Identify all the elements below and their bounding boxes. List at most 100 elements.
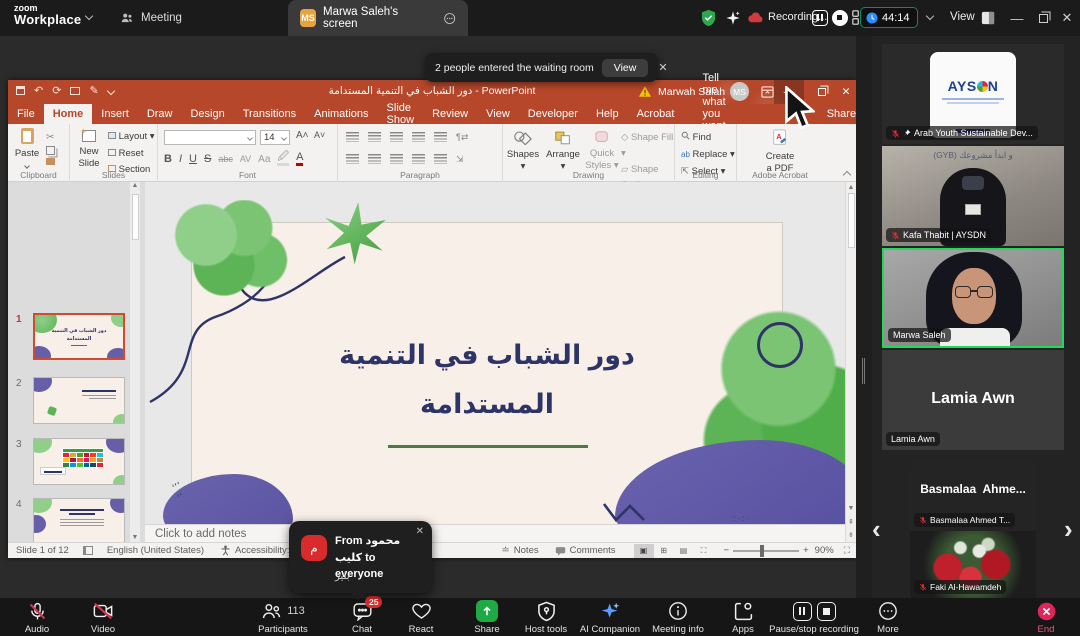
clear-strike-icon[interactable]: abc	[218, 154, 233, 164]
zoom-slider[interactable]	[733, 550, 799, 552]
quick-styles-button[interactable]: QuickStyles ▾	[585, 130, 619, 172]
italic-button[interactable]: I	[179, 153, 182, 165]
tab-meeting[interactable]: Meeting	[108, 0, 194, 36]
numbering-icon[interactable]	[368, 132, 381, 142]
shapes-button[interactable]: Shapes ▾	[505, 130, 541, 173]
change-case-icon[interactable]: Aa	[258, 154, 270, 165]
notes-pane[interactable]: Click to add notes	[145, 524, 845, 542]
audio-control[interactable]: Audio	[2, 600, 72, 635]
panel-separator[interactable]	[856, 36, 872, 598]
video-tile-kafa[interactable]: (GYB) و ابدأ مشروعك Kafa Thabit | AYSDN	[882, 146, 1064, 246]
video-tile-basmalaa[interactable]: Basmalaa Ahme... Basmalaa Ahmed T...	[910, 460, 1036, 531]
host-tools-control[interactable]: Host tools	[511, 600, 581, 635]
scroll-thumb[interactable]	[848, 193, 855, 248]
text-direction-icon[interactable]: ¶⇄	[456, 132, 468, 143]
bullets-icon[interactable]	[346, 132, 359, 142]
tab-developer[interactable]: Developer	[519, 104, 587, 124]
highlight-color-icon[interactable]: 🖉	[277, 152, 289, 166]
ppt-account-avatar[interactable]: MS	[730, 82, 749, 101]
paste-button[interactable]: Paste	[12, 128, 42, 172]
underline-button[interactable]: U	[189, 153, 197, 165]
toast-close-icon[interactable]: ✕	[658, 61, 667, 74]
video-control[interactable]: Video	[68, 600, 138, 635]
notes-placeholder[interactable]: Click to add notes	[155, 528, 246, 540]
slide-thumbnail-2[interactable]	[33, 377, 125, 424]
thumb-scroll-up-icon[interactable]: ▲	[130, 182, 140, 193]
tab-home[interactable]: Home	[44, 104, 93, 124]
tab-animations[interactable]: Animations	[305, 104, 377, 124]
increase-indent-icon[interactable]	[412, 132, 425, 142]
tab-slide-show[interactable]: Slide Show	[378, 104, 424, 124]
meeting-info-control[interactable]: Meeting info	[640, 600, 716, 635]
shrink-font-icon[interactable]: A˅	[314, 130, 325, 140]
slide-canvas[interactable]: دور الشباب في التنمية المستدامة ،،،،، :·…	[145, 182, 845, 524]
pause-recording-icon[interactable]	[793, 602, 812, 621]
scroll-down-icon[interactable]: ▼	[846, 505, 856, 512]
strikethrough-button[interactable]: S	[204, 153, 211, 165]
end-meeting-control[interactable]: End	[1011, 600, 1080, 635]
chat-notification-popup[interactable]: م From محمود كليب to everyone بليز ✕	[289, 521, 432, 593]
tab-design[interactable]: Design	[181, 104, 233, 124]
font-size-combobox[interactable]: 14	[260, 130, 290, 145]
fit-to-window-icon[interactable]: ⛶	[844, 545, 850, 556]
recording-control[interactable]: Pause/stop recording	[762, 600, 866, 635]
video-tile-faki[interactable]: Faki Al-Hawamdeh	[910, 531, 1036, 598]
cut-icon[interactable]: ✂	[46, 130, 55, 146]
create-pdf-button[interactable]: A Createa PDF	[761, 129, 799, 175]
notes-toggle-icon[interactable]: ≐	[501, 545, 509, 556]
tab-insert[interactable]: Insert	[92, 104, 138, 124]
react-control[interactable]: React	[386, 600, 456, 635]
stop-recording-icon[interactable]	[832, 10, 848, 26]
previous-slide-button[interactable]: ⇞	[846, 518, 856, 526]
slide-scrollbar[interactable]: ▲ ▼ ⇞ ⇟	[845, 182, 856, 542]
align-right-icon[interactable]	[390, 154, 403, 164]
reset-button[interactable]: Reset	[108, 146, 157, 163]
tab-acrobat[interactable]: Acrobat	[628, 104, 684, 124]
separator-handle[interactable]	[862, 358, 865, 384]
zoom-in-button[interactable]: +	[803, 545, 809, 556]
gallery-next-icon[interactable]: ›	[1064, 514, 1073, 545]
smartart-convert-icon[interactable]: ⇲	[456, 154, 464, 165]
stop-recording-icon[interactable]	[817, 602, 836, 621]
participants-control[interactable]: 113 Participants	[248, 600, 318, 635]
video-tile-aysdn[interactable]: AYSN Arab Youth Sustainable Dev...	[882, 44, 1064, 144]
slide-sorter-view-button[interactable]: ⊞	[654, 546, 674, 555]
ppt-close-button[interactable]: ✕	[836, 80, 856, 104]
slide-thumbnail-4[interactable]	[33, 498, 125, 542]
language-status[interactable]: English (United States)	[107, 545, 204, 556]
thumb-scroll-down-icon[interactable]: ▼	[130, 534, 140, 541]
char-spacing-icon[interactable]: AV	[240, 154, 251, 164]
align-left-icon[interactable]	[346, 154, 359, 164]
grow-font-icon[interactable]: A˄	[296, 130, 309, 141]
tab-shared-screen[interactable]: MS Marwa Saleh's screen	[288, 0, 468, 36]
zoom-level[interactable]: 90%	[815, 545, 834, 556]
slide-thumbnail-3[interactable]	[33, 438, 125, 485]
tab-view[interactable]: View	[477, 104, 519, 124]
video-tile-lamia[interactable]: Lamia Awn Lamia Awn	[882, 350, 1064, 450]
layout-button[interactable]: Layout ▾	[108, 129, 157, 146]
font-name-combobox[interactable]	[164, 130, 256, 145]
line-spacing-icon[interactable]	[434, 132, 447, 142]
window-close-button[interactable]: ✕	[1050, 0, 1080, 36]
slide-thumbnail-1[interactable]: دور الشباب في التنميةالمستدامة	[33, 313, 125, 360]
timer-chevron-icon[interactable]	[926, 12, 934, 20]
thumb-scroll-thumb[interactable]	[132, 194, 139, 240]
ai-companion-control[interactable]: AI Companion	[572, 600, 648, 635]
waiting-room-view-button[interactable]: View	[602, 59, 649, 77]
chat-popup-close-icon[interactable]: ✕	[416, 526, 424, 537]
notes-indicator-icon[interactable]	[83, 546, 93, 555]
format-painter-icon[interactable]	[46, 158, 55, 165]
tab-help[interactable]: Help	[587, 104, 628, 124]
normal-view-button[interactable]: ▣	[634, 544, 654, 558]
comments-toggle[interactable]: Comments	[570, 545, 616, 556]
justify-icon[interactable]	[412, 154, 425, 164]
collapse-ribbon-icon[interactable]	[843, 171, 851, 179]
new-slide-button[interactable]: ✦ New Slide	[72, 130, 106, 170]
tab-more-icon[interactable]	[443, 11, 456, 26]
arrange-button[interactable]: Arrange ▾	[543, 130, 583, 173]
notes-toggle[interactable]: Notes	[514, 545, 539, 556]
decrease-indent-icon[interactable]	[390, 132, 403, 142]
align-center-icon[interactable]	[368, 154, 381, 164]
gallery-previous-icon[interactable]: ‹	[872, 514, 881, 545]
next-slide-button[interactable]: ⇟	[846, 531, 856, 539]
